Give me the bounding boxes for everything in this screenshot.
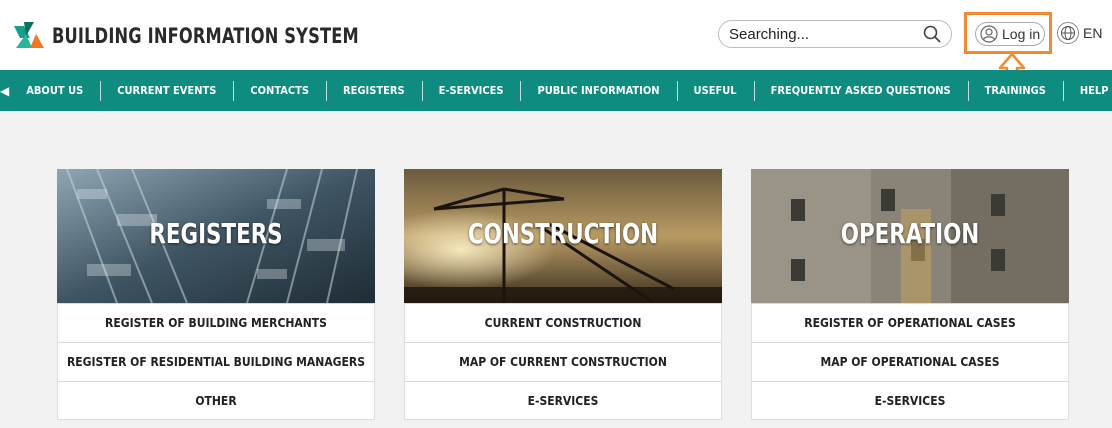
- main-nav: ◀ ABOUT US CURRENT EVENTS CONTACTS REGIS…: [0, 70, 1112, 111]
- nav-item-trainings[interactable]: TRAININGS: [967, 70, 1063, 111]
- link-operation-e-services[interactable]: E-SERVICES: [751, 381, 1069, 420]
- search-icon[interactable]: [923, 25, 941, 48]
- card-construction: CONSTRUCTION CURRENT CONSTRUCTION MAP OF…: [404, 169, 722, 420]
- link-register-residential-managers[interactable]: REGISTER OF RESIDENTIAL BUILDING MANAGER…: [57, 342, 375, 381]
- link-construction-e-services[interactable]: E-SERVICES: [404, 381, 722, 420]
- card-title: REGISTERS: [149, 217, 283, 250]
- nav-items: ABOUT US CURRENT EVENTS CONTACTS REGISTE…: [9, 70, 1112, 111]
- search-box: [718, 20, 952, 48]
- registers-image[interactable]: REGISTERS: [57, 169, 375, 303]
- nav-item-current-events[interactable]: CURRENT EVENTS: [100, 70, 233, 111]
- nav-item-useful[interactable]: USEFUL: [676, 70, 754, 111]
- login-button[interactable]: Log in: [975, 22, 1045, 46]
- link-map-operational-cases[interactable]: MAP OF OPERATIONAL CASES: [751, 342, 1069, 381]
- link-register-operational-cases[interactable]: REGISTER OF OPERATIONAL CASES: [751, 303, 1069, 342]
- construction-image[interactable]: CONSTRUCTION: [404, 169, 722, 303]
- site-logo[interactable]: BUILDING INFORMATION SYSTEM: [12, 22, 409, 50]
- nav-item-about-us[interactable]: ABOUT US: [9, 70, 100, 111]
- user-icon: [980, 25, 998, 43]
- globe-icon: [1057, 22, 1079, 44]
- nav-item-e-services[interactable]: E-SERVICES: [421, 70, 521, 111]
- language-switch[interactable]: EN: [1057, 22, 1102, 44]
- card-title: CONSTRUCTION: [467, 217, 659, 250]
- link-other[interactable]: OTHER: [57, 381, 375, 420]
- login-highlight: Log in: [964, 12, 1052, 54]
- site-header: BUILDING INFORMATION SYSTEM Log in EN: [0, 0, 1112, 88]
- card-title: OPERATION: [840, 217, 980, 250]
- link-current-construction[interactable]: CURRENT CONSTRUCTION: [404, 303, 722, 342]
- nav-item-registers[interactable]: REGISTERS: [326, 70, 422, 111]
- card-operation: OPERATION REGISTER OF OPERATIONAL CASES …: [751, 169, 1069, 420]
- link-map-current-construction[interactable]: MAP OF CURRENT CONSTRUCTION: [404, 342, 722, 381]
- search-input[interactable]: [729, 24, 909, 44]
- language-label: EN: [1083, 25, 1103, 41]
- nav-item-help[interactable]: HELP: [1062, 70, 1112, 111]
- nav-scroll-left-icon[interactable]: ◀: [0, 70, 9, 111]
- card-registers: REGISTERS REGISTER OF BUILDING MERCHANTS…: [57, 169, 375, 420]
- logo-mark-icon: [14, 22, 44, 48]
- operation-image[interactable]: OPERATION: [751, 169, 1069, 303]
- login-label: Log in: [1002, 26, 1041, 42]
- category-cards: REGISTERS REGISTER OF BUILDING MERCHANTS…: [0, 111, 1112, 428]
- nav-item-contacts[interactable]: CONTACTS: [233, 70, 326, 111]
- link-register-building-merchants[interactable]: REGISTER OF BUILDING MERCHANTS: [57, 303, 375, 342]
- site-title: BUILDING INFORMATION SYSTEM: [52, 24, 359, 48]
- nav-item-faq[interactable]: FREQUENTLY ASKED QUESTIONS: [753, 70, 968, 111]
- nav-item-public-information[interactable]: PUBLIC INFORMATION: [520, 70, 676, 111]
